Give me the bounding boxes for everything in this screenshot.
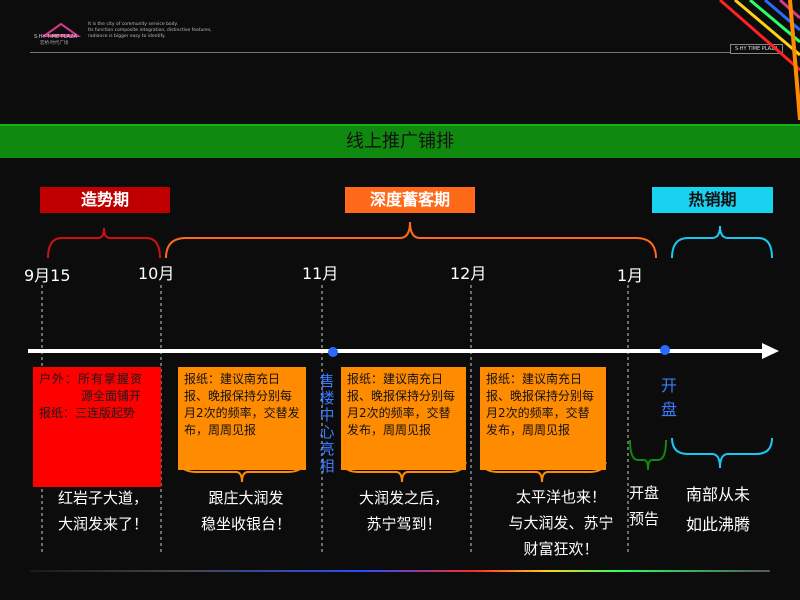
caption-4: 太平洋也来！ 与大润发、苏宁 财富狂欢！	[508, 488, 614, 558]
caption-3: 大润发之后， 苏宁驾到！	[358, 489, 449, 533]
month-label-jan: 1月	[617, 266, 644, 285]
month-label-dec: 12月	[450, 264, 487, 283]
sales-center-label: 售楼中心亮相	[319, 372, 335, 475]
caption-1: 红岩子大道， 大润发来了！	[57, 489, 148, 533]
brace-hot-sales	[671, 225, 773, 259]
caption-preview: 开盘 预告	[628, 484, 659, 528]
milestone-dot-sales-center	[328, 347, 338, 357]
month-label-oct: 10月	[138, 264, 175, 283]
newspaper-box-3: 报纸：建议南充日报、晚报保持分别每月2次的频率，交替发布，周周见报	[480, 367, 606, 470]
brace-climax	[671, 437, 773, 469]
newspaper-box-1: 报纸：建议南充日报、晚报保持分别每月2次的频率，交替发布，周周见报	[178, 367, 306, 470]
footer-gradient-line	[30, 570, 770, 572]
outdoor-box: 户外：所有掌握资 源全面铺开 报纸：三连版起势	[33, 367, 161, 487]
milestone-dot-opening	[660, 345, 670, 355]
caption-climax: 南部从未 如此沸腾	[685, 485, 750, 534]
month-label-sep15: 9月15	[24, 266, 71, 285]
brace-momentum	[47, 227, 161, 259]
brace-deep-accumulation	[165, 221, 657, 259]
caption-2: 跟庄大润发 稳坐收银台！	[200, 489, 291, 533]
month-label-nov: 11月	[302, 264, 339, 283]
brace-preview	[629, 439, 667, 471]
opening-label: 开盘	[660, 376, 677, 419]
newspaper-box-2: 报纸：建议南充日报、晚报保持分别每月2次的频率，交替发布，周周见报	[341, 367, 466, 470]
